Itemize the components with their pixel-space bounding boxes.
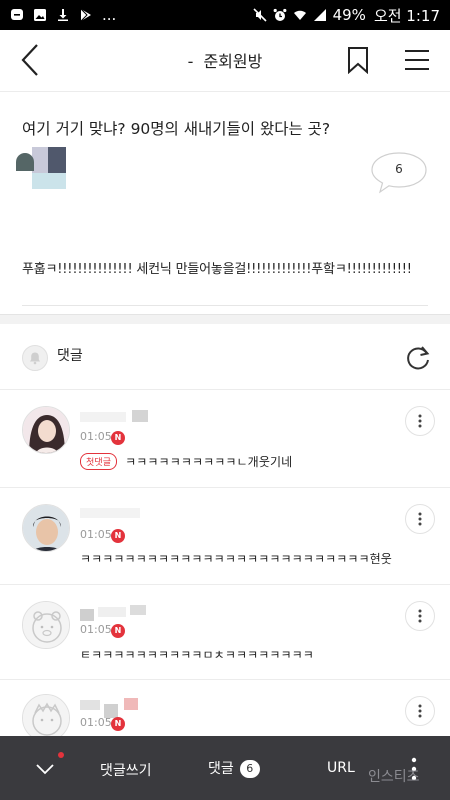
menu-button[interactable]	[399, 42, 435, 78]
alarm-icon	[273, 8, 287, 22]
status-left-icons: ...	[10, 6, 116, 24]
chevron-down-icon	[36, 764, 54, 775]
comment-time: 01:05	[80, 430, 112, 443]
comment-more-button[interactable]	[405, 696, 435, 726]
more-vertical-icon	[418, 414, 422, 428]
comments-button[interactable]: 댓글 6	[208, 758, 260, 778]
status-time: 오전 1:17	[373, 6, 440, 25]
comment-body: ㅋㅋㅋㅋㅋㅋㅋㅋㅋㅋㄴ개웃기네	[125, 455, 293, 469]
commenter-avatar[interactable]	[22, 601, 70, 649]
comment-time: 01:05	[80, 623, 112, 636]
comment-more-button[interactable]	[405, 504, 435, 534]
comment-body: ㅌㅋㅋㅋㅋㅋㅋㅋㅋㅋㅋㅁㅊㅋㅋㅋㅋㅋㅋㅋㅋ	[80, 648, 314, 662]
wifi-icon	[293, 8, 307, 22]
post-comment-count: 6	[395, 162, 403, 176]
commenter-avatar[interactable]	[22, 694, 70, 736]
status-right-icons: 49% 오전 1:17	[253, 5, 440, 26]
commenter-name-hidden	[80, 698, 148, 718]
comments-button-label: 댓글	[208, 761, 234, 777]
post: 여기 거기 맞냐? 90명의 새내기들이 왔다는 곳?	[0, 92, 450, 314]
bookmark-button[interactable]	[340, 42, 376, 78]
refresh-icon	[407, 346, 430, 370]
url-button[interactable]: URL	[327, 760, 355, 776]
app-header: - 준회원방	[0, 30, 450, 92]
gallery-icon	[33, 8, 47, 22]
notification-toggle[interactable]	[22, 345, 48, 371]
post-body: 푸훕ㅋ!!!!!!!!!!!!!!! 세컨닉 만들어놓을걸!!!!!!!!!!!…	[22, 262, 412, 277]
comment-text: ㅋㅋㅋㅋㅋㅋㅋㅋㅋㅋㅋㅋㅋㅋㅋㅋㅋㅋㅋㅋㅋㅋㅋㅋㅋㅋ현웃	[80, 550, 392, 567]
comments-label: 댓글	[57, 348, 83, 364]
comment-time: 01:05	[80, 716, 112, 729]
comment-more-button[interactable]	[405, 601, 435, 631]
battery-level: 49%	[332, 6, 366, 24]
status-more-indicator: ...	[102, 6, 117, 24]
author-avatar[interactable]	[16, 147, 66, 189]
comment-body: ㅋㅋㅋㅋㅋㅋㅋㅋㅋㅋㅋㅋㅋㅋㅋㅋㅋㅋㅋㅋㅋㅋㅋㅋㅋㅋ현웃	[80, 552, 392, 566]
comment-item: 01:05 N ㅌㅋㅋㅋㅋㅋㅋㅋㅋㅋㅋㅁㅊㅋㅋㅋㅋㅋㅋㅋㅋ	[0, 585, 450, 680]
post-comment-count-button[interactable]: 6	[370, 151, 428, 195]
comment-text: 첫댓글 ㅋㅋㅋㅋㅋㅋㅋㅋㅋㅋㄴ개웃기네	[80, 453, 292, 470]
comment-item: 01:05 N 첫댓글 ㅋㅋㅋㅋㅋㅋㅋㅋㅋㅋㄴ개웃기네	[0, 390, 450, 488]
page-title-text: 준회원방	[203, 52, 263, 71]
comments-header: 댓글	[0, 324, 450, 390]
comment-item: 01:05 N ㅋㅋㅋㅋㅋㅋㅋㅋㅋㅋㅋㅋㅋㅋㅋㅋㅋㅋㅋㅋㅋㅋㅋㅋㅋㅋ현웃	[0, 488, 450, 585]
signal-icon	[313, 8, 327, 22]
more-vertical-icon	[418, 512, 422, 526]
bell-icon	[30, 352, 40, 365]
refresh-button[interactable]	[404, 344, 432, 372]
new-badge: N	[111, 717, 125, 731]
first-comment-badge: 첫댓글	[80, 453, 118, 470]
section-gap	[0, 314, 450, 324]
commenter-name-hidden	[80, 605, 148, 621]
collapse-button[interactable]	[34, 758, 56, 780]
new-badge: N	[111, 624, 125, 638]
commenter-name-hidden	[80, 410, 148, 424]
comment-text: ㅌㅋㅋㅋㅋㅋㅋㅋㅋㅋㅋㅁㅊㅋㅋㅋㅋㅋㅋㅋㅋ	[80, 646, 314, 663]
post-title: 여기 거기 맞냐? 90명의 새내기들이 왔다는 곳?	[22, 120, 331, 138]
download-icon	[56, 8, 70, 22]
new-badge: N	[111, 431, 125, 445]
status-bar: ... 49% 오전 1:17	[0, 0, 450, 30]
unread-dot	[58, 752, 64, 758]
page-title: - 준회원방	[0, 48, 450, 72]
page-title-prefix: -	[187, 52, 194, 71]
more-vertical-icon	[418, 704, 422, 718]
commenter-avatar[interactable]	[22, 406, 70, 454]
write-comment-button[interactable]: 댓글쓰기	[100, 760, 152, 780]
comment-time: 01:05	[80, 528, 112, 541]
post-divider	[22, 305, 428, 306]
playstore-icon	[79, 8, 93, 22]
hamburger-icon	[405, 50, 429, 70]
more-vertical-icon	[418, 609, 422, 623]
comment-more-button[interactable]	[405, 406, 435, 436]
mute-icon	[253, 8, 267, 22]
bookmark-icon	[348, 47, 368, 74]
comments-count-badge: 6	[239, 760, 260, 778]
watermark: 인스티즈	[368, 769, 420, 785]
new-badge: N	[111, 529, 125, 543]
kakaotalk-icon	[10, 8, 24, 22]
commenter-avatar[interactable]	[22, 504, 70, 552]
commenter-name-hidden	[80, 506, 148, 520]
comment-item: 01:05 N	[0, 680, 450, 736]
